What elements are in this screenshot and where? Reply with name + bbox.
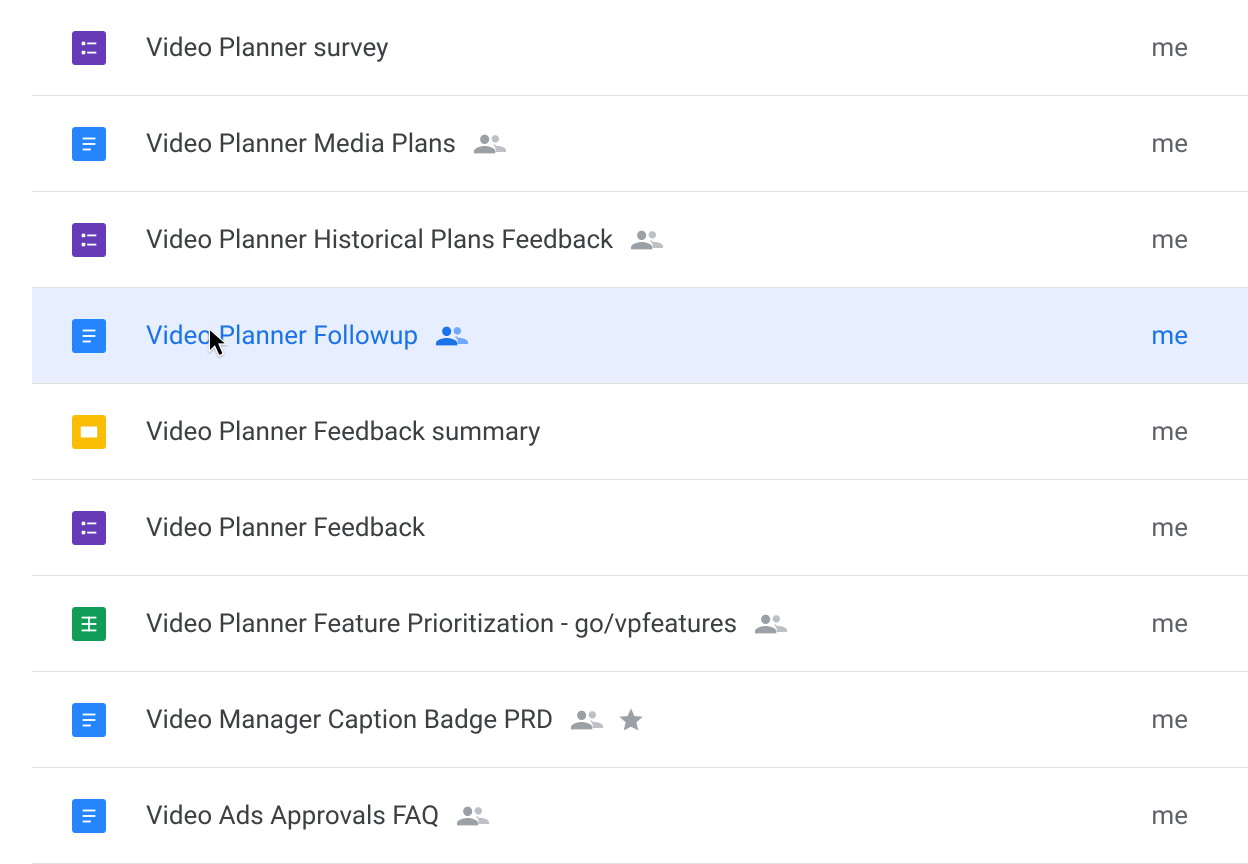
shared-icon: [571, 708, 603, 732]
file-row[interactable]: Video Ads Approvals FAQ me: [32, 768, 1248, 864]
file-owner: me: [1151, 801, 1188, 831]
file-name: Video Planner Feedback: [146, 513, 425, 543]
file-owner: me: [1151, 705, 1188, 735]
file-row[interactable]: Video Planner Feedback me: [32, 480, 1248, 576]
file-owner: me: [1151, 417, 1188, 447]
file-name: Video Manager Caption Badge PRD: [146, 705, 553, 735]
shared-icon: [474, 132, 506, 156]
file-name: Video Ads Approvals FAQ: [146, 801, 439, 831]
file-owner: me: [1151, 225, 1188, 255]
slide-icon: [72, 415, 106, 449]
file-owner: me: [1151, 321, 1188, 351]
shared-icon: [436, 324, 468, 348]
file-row[interactable]: Video Planner Followup me: [32, 288, 1248, 384]
form-icon: [72, 223, 106, 257]
doc-icon: [72, 703, 106, 737]
file-name: Video Planner Historical Plans Feedback: [146, 225, 613, 255]
doc-icon: [72, 319, 106, 353]
file-owner: me: [1151, 513, 1188, 543]
file-name: Video Planner survey: [146, 33, 388, 63]
doc-icon: [72, 127, 106, 161]
form-icon: [72, 31, 106, 65]
file-row[interactable]: Video Planner Feedback summary me: [32, 384, 1248, 480]
shared-icon: [755, 612, 787, 636]
file-name: Video Planner Feature Prioritization - g…: [146, 609, 737, 639]
form-icon: [72, 511, 106, 545]
file-row[interactable]: Video Planner Media Plans me: [32, 96, 1248, 192]
file-name: Video Planner Followup: [146, 321, 418, 351]
file-row[interactable]: Video Manager Caption Badge PRD me: [32, 672, 1248, 768]
shared-icon: [631, 228, 663, 252]
file-row[interactable]: Video Planner Historical Plans Feedback m…: [32, 192, 1248, 288]
file-row[interactable]: Video Planner survey me: [32, 0, 1248, 96]
file-list: Video Planner surveymeVideo Planner Medi…: [0, 0, 1248, 864]
file-row[interactable]: Video Planner Feature Prioritization - g…: [32, 576, 1248, 672]
file-owner: me: [1151, 33, 1188, 63]
shared-icon: [457, 804, 489, 828]
star-icon: [617, 706, 645, 734]
file-owner: me: [1151, 129, 1188, 159]
file-name: Video Planner Media Plans: [146, 129, 456, 159]
sheet-icon: [72, 607, 106, 641]
file-owner: me: [1151, 609, 1188, 639]
file-name: Video Planner Feedback summary: [146, 417, 540, 447]
doc-icon: [72, 799, 106, 833]
